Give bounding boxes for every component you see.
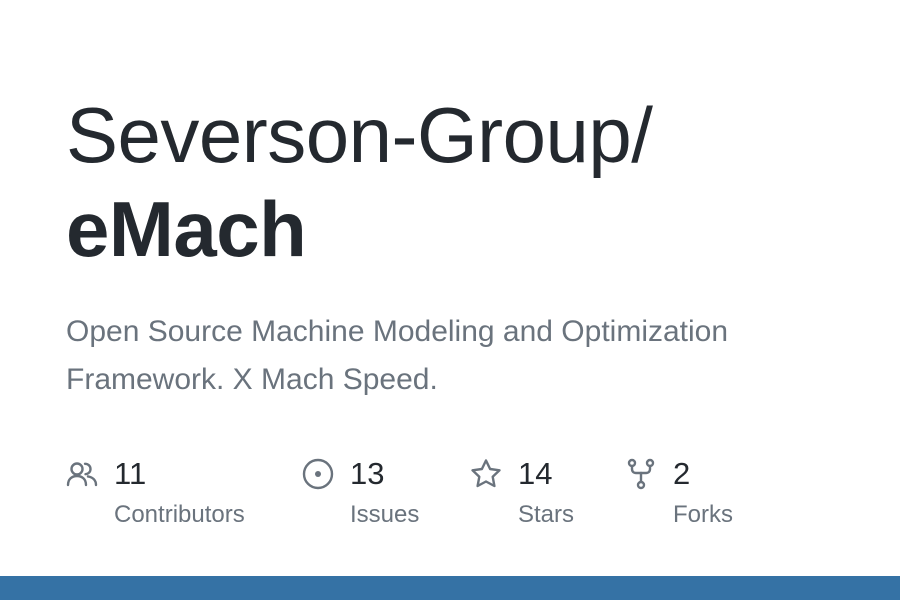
repo-forked-icon xyxy=(625,458,657,490)
repo-title: Severson-Group/ eMach xyxy=(66,88,866,276)
repo-name[interactable]: eMach xyxy=(66,182,866,276)
forks-label: Forks xyxy=(673,501,733,528)
repo-owner[interactable]: Severson-Group/ xyxy=(66,91,653,179)
stars-count: 14 xyxy=(518,456,553,491)
people-icon xyxy=(66,458,98,490)
contributors-label: Contributors xyxy=(114,501,245,528)
forks-count: 2 xyxy=(673,456,691,491)
stars-label: Stars xyxy=(518,501,575,528)
star-icon xyxy=(470,458,502,490)
repo-description: Open Source Machine Modeling and Optimiz… xyxy=(66,315,729,396)
issues-label: Issues xyxy=(350,501,420,528)
contributors-count: 11 xyxy=(114,456,147,491)
language-color-bar xyxy=(0,576,900,600)
repo-social-card: Severson-Group/ eMach Open Source Machin… xyxy=(0,0,900,600)
repo-stats: 11 Contributors 13 Issues 14 Stars 2 For… xyxy=(0,452,900,542)
issue-opened-icon xyxy=(302,458,334,490)
issues-count: 13 xyxy=(350,456,385,491)
